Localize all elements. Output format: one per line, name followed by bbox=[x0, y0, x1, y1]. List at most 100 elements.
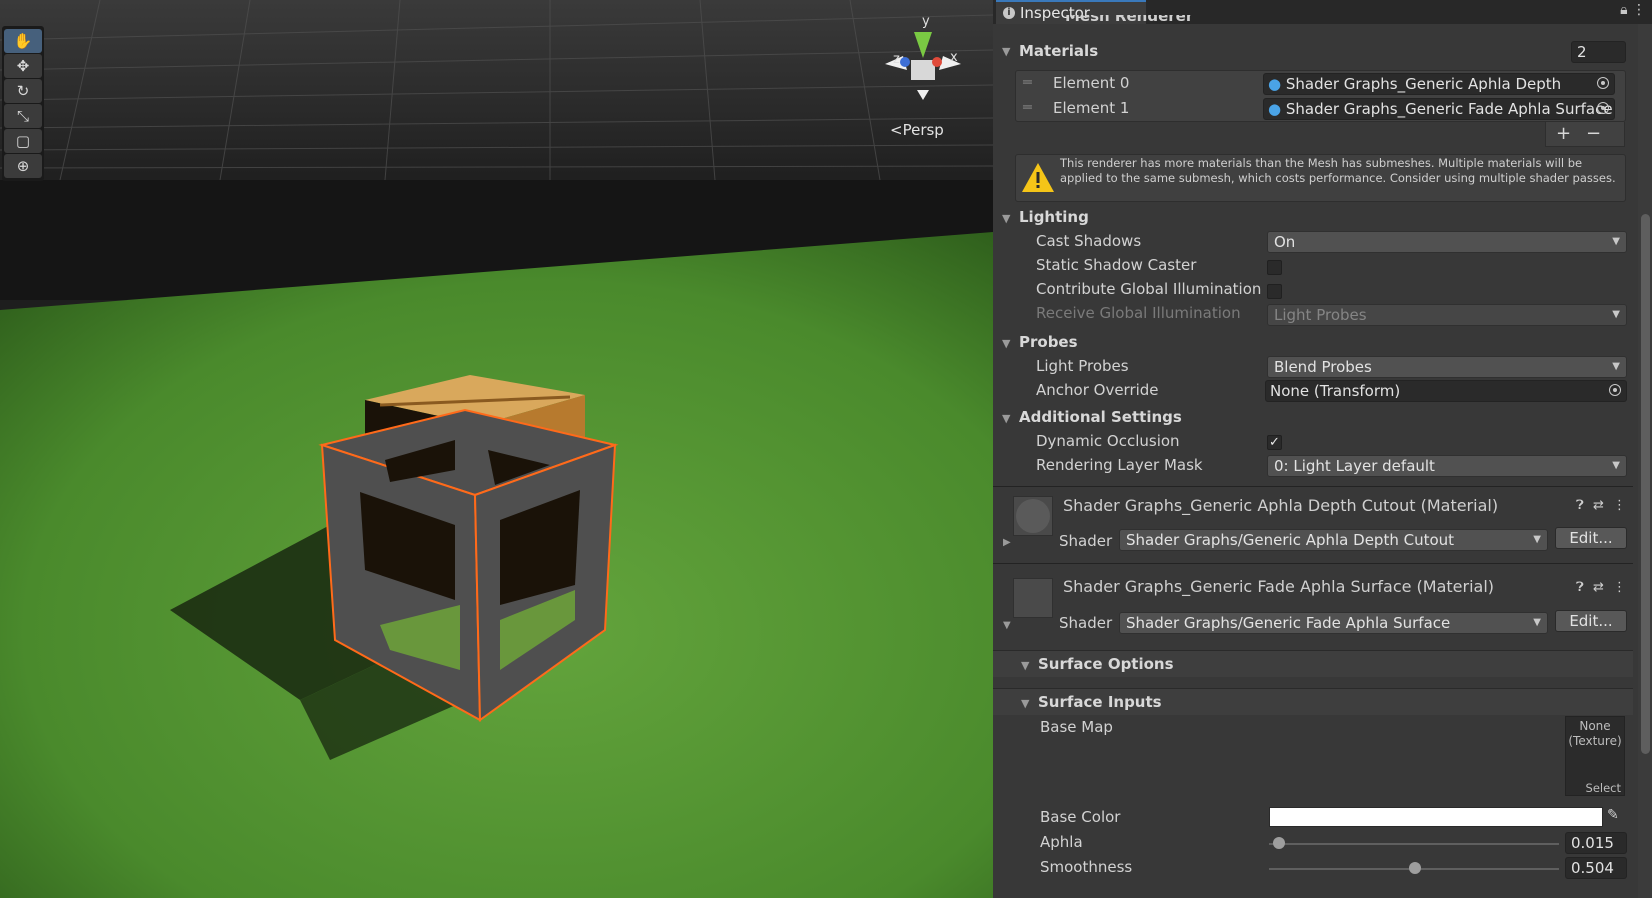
move-tool-button[interactable]: ✥ bbox=[4, 54, 42, 78]
aphla-slider-handle[interactable] bbox=[1273, 837, 1286, 849]
hand-icon: ✋ bbox=[13, 32, 33, 50]
surface-inputs-header: Surface Inputs bbox=[1038, 693, 1162, 711]
shader-label: Shader bbox=[1059, 532, 1113, 550]
edit-shader-1-button[interactable]: Edit... bbox=[1555, 527, 1627, 549]
collapse-icon[interactable]: ▼ bbox=[1003, 620, 1011, 631]
chevron-down-icon: ▼ bbox=[1533, 617, 1541, 628]
element-1-field[interactable]: ● Shader Graphs_Generic Fade Aphla Surfa… bbox=[1263, 98, 1615, 120]
static-shadow-checkbox[interactable] bbox=[1267, 260, 1282, 275]
scene-toolbar: ✋ ✥ ↻ ⤡ ▢ ⊕ bbox=[2, 26, 44, 181]
gizmo-y-label: y bbox=[922, 14, 930, 29]
element-1-value: Shader Graphs_Generic Fade Aphla Surface bbox=[1285, 100, 1613, 118]
warning-text: This renderer has more materials than th… bbox=[1060, 156, 1616, 185]
light-probes-dropdown[interactable]: Blend Probes ▼ bbox=[1267, 356, 1627, 378]
scrollbar-thumb[interactable] bbox=[1641, 214, 1650, 754]
scrollbar[interactable] bbox=[1638, 24, 1652, 898]
add-element-button[interactable]: + bbox=[1556, 123, 1571, 144]
receive-gi-value: Light Probes bbox=[1274, 306, 1367, 324]
rendering-layer-mask-value: 0: Light Layer default bbox=[1274, 457, 1435, 475]
base-map-texture-slot[interactable]: None (Texture) Select bbox=[1565, 716, 1625, 796]
base-color-field[interactable] bbox=[1269, 807, 1603, 827]
kebab-menu-icon[interactable]: ⋮ bbox=[1613, 580, 1626, 595]
element-0-label: Element 0 bbox=[1053, 74, 1130, 92]
material-2-title: Shader Graphs_Generic Fade Aphla Surface… bbox=[1063, 577, 1495, 596]
rendering-layer-mask-label: Rendering Layer Mask bbox=[1036, 456, 1203, 474]
aphla-value-field[interactable]: 0.015 bbox=[1565, 832, 1627, 854]
materials-fold-icon[interactable]: ▼ bbox=[1002, 45, 1010, 58]
material-preview bbox=[1013, 496, 1053, 536]
edit-shader-2-button[interactable]: Edit... bbox=[1555, 610, 1627, 632]
lighting-header: Lighting bbox=[1019, 208, 1089, 226]
chevron-down-icon: ▼ bbox=[1612, 236, 1620, 247]
help-icon[interactable]: ❓︎ bbox=[1576, 498, 1584, 513]
preset-icon[interactable]: ⇄ bbox=[1593, 498, 1604, 513]
smoothness-value-field[interactable]: 0.504 bbox=[1565, 857, 1627, 879]
aphla-label: Aphla bbox=[1040, 833, 1083, 851]
probes-fold-icon[interactable]: ▼ bbox=[1002, 337, 1010, 350]
cast-shadows-label: Cast Shadows bbox=[1036, 232, 1142, 250]
smoothness-slider-handle[interactable] bbox=[1409, 862, 1422, 874]
shader-label: Shader bbox=[1059, 614, 1113, 632]
light-probes-value: Blend Probes bbox=[1274, 358, 1372, 376]
kebab-menu-icon[interactable]: ⋮ bbox=[1613, 498, 1626, 513]
element-0-field[interactable]: ● Shader Graphs_Generic Aphla Depth Cuto… bbox=[1263, 73, 1615, 113]
surface-options-header: Surface Options bbox=[1038, 655, 1174, 673]
smoothness-label: Smoothness bbox=[1040, 858, 1133, 876]
anchor-override-field[interactable]: None (Transform) bbox=[1265, 380, 1627, 402]
shader-1-value: Shader Graphs/Generic Aphla Depth Cutout bbox=[1126, 531, 1455, 549]
surface-inputs-fold-icon[interactable]: ▼ bbox=[1021, 697, 1029, 710]
warning-box: This renderer has more materials than th… bbox=[1015, 154, 1626, 202]
scene-render bbox=[0, 0, 993, 898]
scale-tool-button[interactable]: ⤡ bbox=[4, 104, 42, 128]
cast-shadows-value: On bbox=[1274, 233, 1296, 251]
rotate-tool-button[interactable]: ↻ bbox=[4, 79, 42, 103]
object-picker-icon[interactable] bbox=[1609, 384, 1621, 396]
preset-icon[interactable]: ⇄ bbox=[1593, 580, 1604, 595]
additional-fold-icon[interactable]: ▼ bbox=[1002, 412, 1010, 425]
element-1-label: Element 1 bbox=[1053, 99, 1130, 117]
anchor-override-label: Anchor Override bbox=[1036, 381, 1159, 399]
divider bbox=[993, 563, 1633, 564]
remove-element-button[interactable]: − bbox=[1586, 123, 1601, 144]
object-picker-icon[interactable] bbox=[1597, 102, 1609, 114]
scene-view[interactable]: y x z <Persp ✋ ✥ ↻ ⤡ ▢ ⊕ bbox=[0, 0, 993, 898]
lighting-fold-icon[interactable]: ▼ bbox=[1002, 212, 1010, 225]
materials-section: ▼ Materials 2 ═ Element 0 ● Shader Graph… bbox=[993, 0, 1633, 898]
texture-select-button[interactable]: Select bbox=[1586, 781, 1621, 795]
materials-count-field[interactable]: 2 bbox=[1571, 41, 1626, 63]
cast-shadows-dropdown[interactable]: On ▼ bbox=[1267, 231, 1627, 253]
eyedropper-icon[interactable]: ✎ bbox=[1607, 807, 1619, 823]
surface-options-fold-icon[interactable]: ▼ bbox=[1021, 659, 1029, 672]
expand-icon[interactable]: ▶ bbox=[1003, 537, 1011, 548]
chevron-down-icon: ▼ bbox=[1612, 361, 1620, 372]
material-icon: ● bbox=[1268, 75, 1282, 93]
transform-tool-button[interactable]: ⊕ bbox=[4, 154, 42, 178]
drag-handle-icon[interactable]: ═ bbox=[1023, 75, 1032, 91]
static-shadow-label: Static Shadow Caster bbox=[1036, 256, 1197, 274]
inspector-panel: i Inspector 🔒︎ ⋮ Mesh Renderer ▼ Material… bbox=[993, 0, 1652, 898]
projection-label: Persp bbox=[902, 121, 944, 139]
receive-gi-label: Receive Global Illumination bbox=[1036, 304, 1241, 322]
move-icon: ✥ bbox=[16, 57, 30, 75]
material-preview bbox=[1013, 578, 1053, 618]
additional-header: Additional Settings bbox=[1019, 408, 1182, 426]
projection-toggle[interactable]: <Persp bbox=[890, 121, 944, 139]
rendering-layer-mask-dropdown[interactable]: 0: Light Layer default ▼ bbox=[1267, 455, 1627, 477]
gizmo-z-label: z bbox=[893, 52, 900, 67]
help-icon[interactable]: ❓︎ bbox=[1576, 580, 1584, 595]
shader-1-dropdown[interactable]: Shader Graphs/Generic Aphla Depth Cutout… bbox=[1119, 529, 1548, 551]
chevron-down-icon: ▼ bbox=[1533, 534, 1541, 545]
aphla-slider-track[interactable] bbox=[1269, 843, 1559, 845]
dynamic-occlusion-checkbox[interactable]: ✓ bbox=[1267, 435, 1282, 450]
contribute-gi-checkbox[interactable] bbox=[1267, 284, 1282, 299]
object-picker-icon[interactable] bbox=[1597, 77, 1609, 89]
hand-tool-button[interactable]: ✋ bbox=[4, 29, 42, 53]
chevron-left-icon: < bbox=[890, 121, 903, 139]
contribute-gi-label: Contribute Global Illumination bbox=[1036, 280, 1262, 298]
shader-2-dropdown[interactable]: Shader Graphs/Generic Fade Aphla Surface… bbox=[1119, 612, 1548, 634]
kebab-menu-icon: ⋮ bbox=[1632, 2, 1646, 18]
drag-handle-icon[interactable]: ═ bbox=[1023, 100, 1032, 116]
texture-none-text: None (Texture) bbox=[1568, 719, 1622, 748]
rect-tool-button[interactable]: ▢ bbox=[4, 129, 42, 153]
rect-icon: ▢ bbox=[15, 132, 31, 150]
